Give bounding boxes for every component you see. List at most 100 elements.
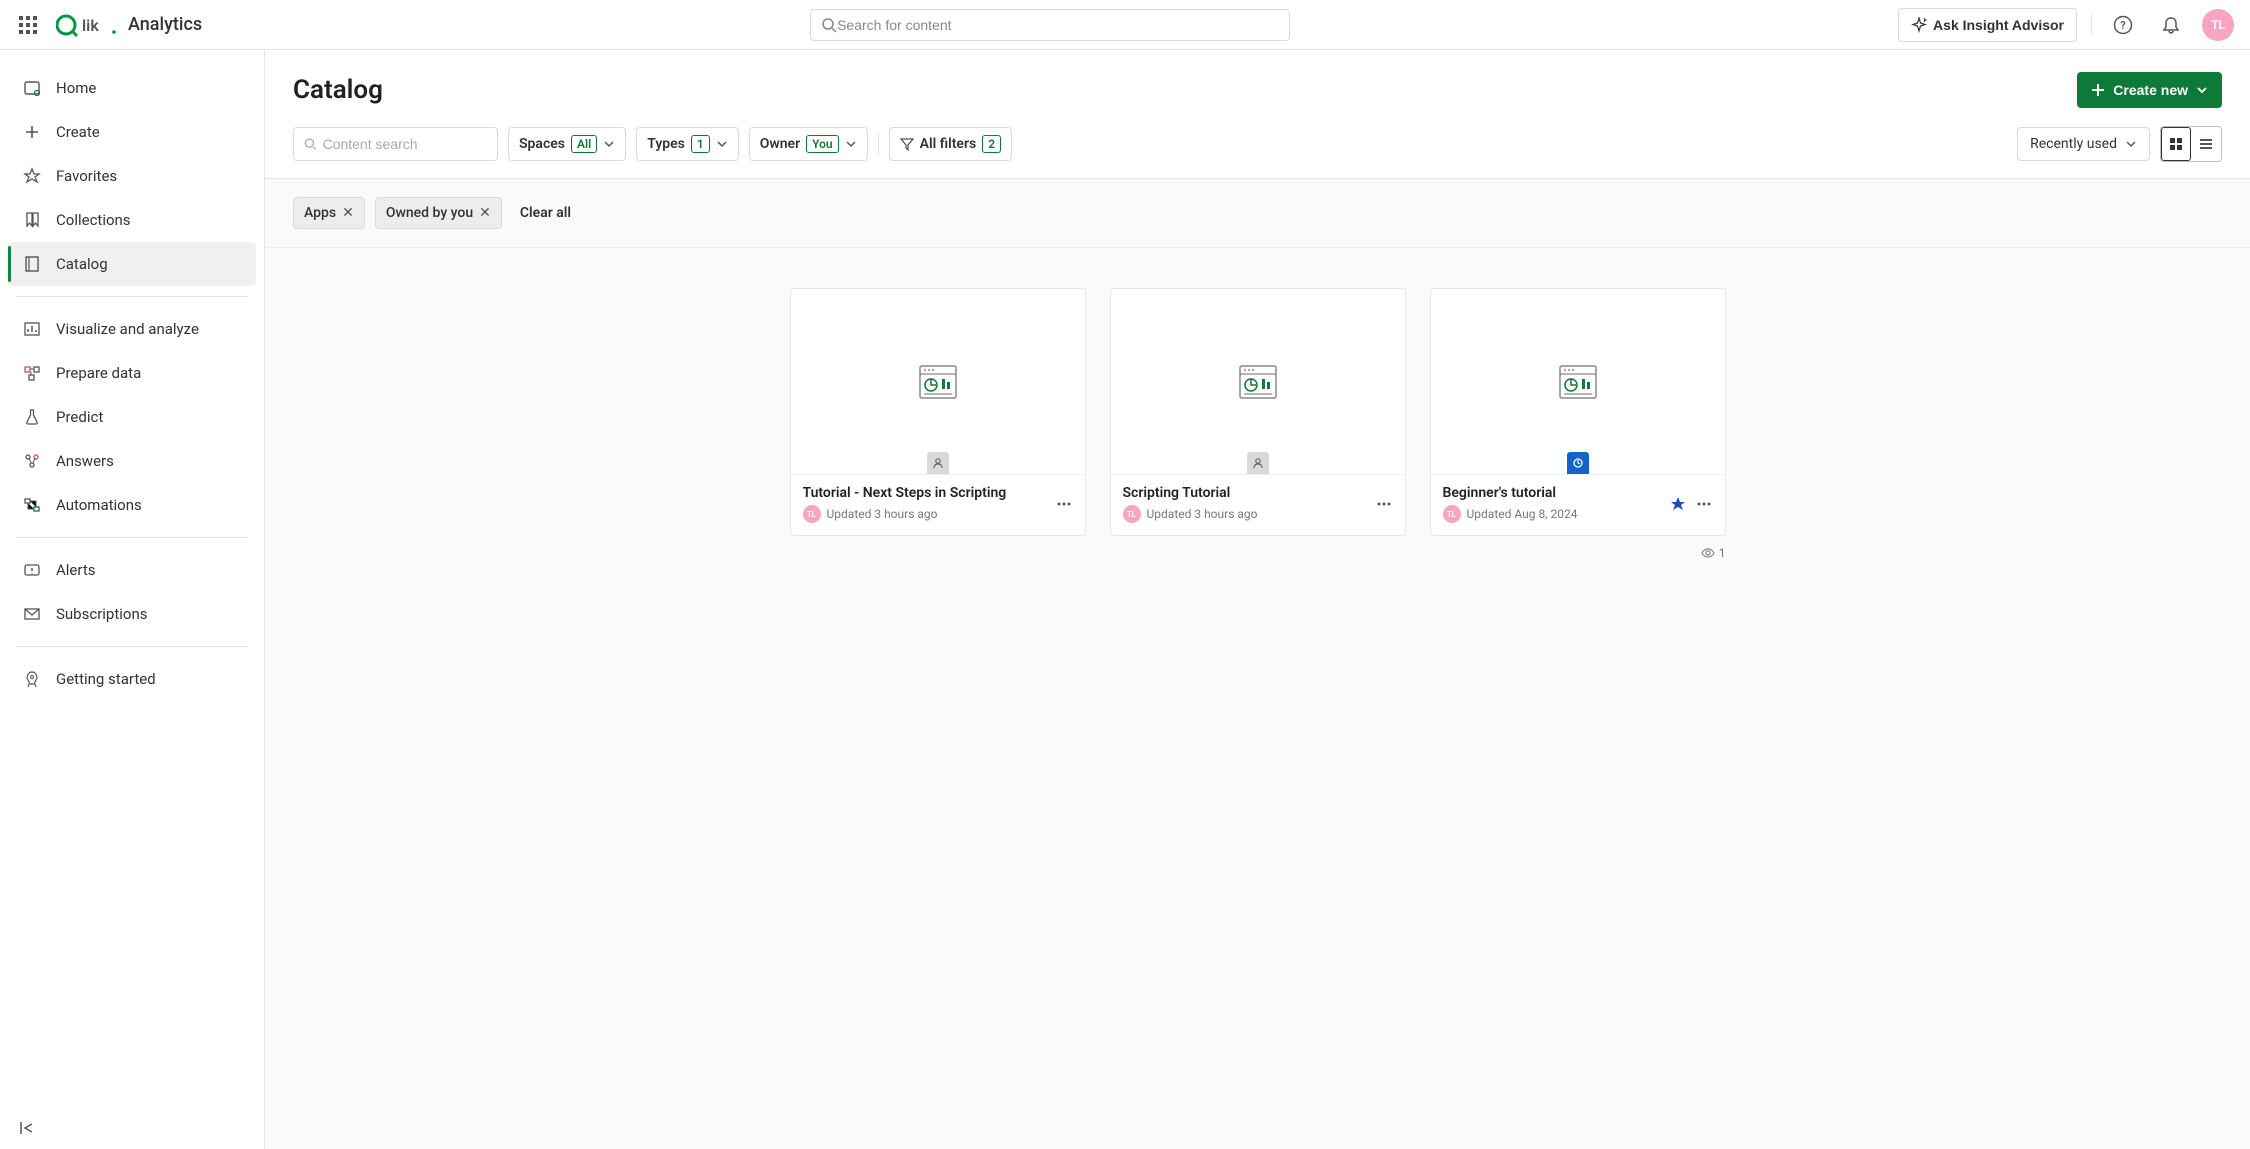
- sidebar-item-visualize[interactable]: Visualize and analyze: [8, 307, 256, 351]
- content-search-input[interactable]: [323, 136, 487, 152]
- sidebar-item-label: Subscriptions: [56, 605, 147, 623]
- global-search-input[interactable]: [837, 17, 1279, 33]
- user-avatar[interactable]: TL: [2202, 9, 2234, 41]
- insight-label: Ask Insight Advisor: [1933, 17, 2064, 33]
- card-thumbnail: [1111, 289, 1405, 474]
- app-icon: [1556, 360, 1600, 404]
- view-count-value: 1: [1719, 546, 1726, 560]
- active-filter-chip[interactable]: Owned by you ✕: [375, 197, 502, 229]
- app-card[interactable]: Tutorial - Next Steps in Scripting TL Up…: [790, 288, 1086, 536]
- help-button[interactable]: ?: [2106, 8, 2140, 42]
- ask-insight-advisor-button[interactable]: Ask Insight Advisor: [1898, 8, 2077, 42]
- mail-icon: [22, 604, 42, 624]
- content-search[interactable]: [293, 127, 498, 161]
- plus-icon: [22, 122, 42, 142]
- sidebar-item-predict[interactable]: Predict: [8, 395, 256, 439]
- divider: [16, 296, 248, 297]
- filter-types[interactable]: Types 1: [636, 127, 739, 161]
- grid-view-button[interactable]: [2161, 127, 2191, 161]
- shared-icon: [1572, 457, 1584, 469]
- remove-chip-icon[interactable]: ✕: [342, 205, 354, 221]
- qlik-logo-icon: lik: [56, 13, 120, 37]
- card-title: Tutorial - Next Steps in Scripting: [803, 485, 1055, 501]
- sidebar-item-favorites[interactable]: Favorites: [8, 154, 256, 198]
- card-meta-text: Updated Aug 8, 2024: [1467, 507, 1578, 521]
- space-badge-shared: [1567, 452, 1589, 474]
- sidebar-item-answers[interactable]: Answers: [8, 439, 256, 483]
- sidebar-item-label: Prepare data: [56, 364, 141, 382]
- flask-icon: [22, 407, 42, 427]
- topbar: lik Analytics Ask Insight Advisor ? TL: [0, 0, 2250, 50]
- more-icon: [1695, 495, 1713, 513]
- sidebar-item-subscriptions[interactable]: Subscriptions: [8, 592, 256, 636]
- sidebar: Home Create Favorites Collections Catalo…: [0, 50, 265, 1149]
- card-title: Scripting Tutorial: [1123, 485, 1375, 501]
- create-label: Create new: [2113, 82, 2188, 98]
- remove-chip-icon[interactable]: ✕: [479, 205, 491, 221]
- sidebar-item-create[interactable]: Create: [8, 110, 256, 154]
- view-toggle: [2160, 126, 2222, 162]
- sidebar-item-label: Getting started: [56, 670, 156, 688]
- owner-avatar: TL: [1123, 505, 1141, 523]
- space-badge-personal: [1247, 452, 1269, 474]
- chevron-down-icon: [2196, 84, 2208, 96]
- card-meta-text: Updated 3 hours ago: [827, 507, 938, 521]
- plus-icon: [2091, 83, 2105, 97]
- sidebar-item-prepare-data[interactable]: Prepare data: [8, 351, 256, 395]
- divider: [2091, 13, 2092, 37]
- list-view-button[interactable]: [2191, 127, 2221, 161]
- filter-owner[interactable]: Owner You: [749, 127, 868, 161]
- card-more-button[interactable]: [1055, 495, 1073, 513]
- sidebar-item-label: Answers: [56, 452, 114, 470]
- app-card[interactable]: Scripting Tutorial TL Updated 3 hours ag…: [1110, 288, 1406, 536]
- card-more-button[interactable]: [1695, 495, 1713, 513]
- create-new-button[interactable]: Create new: [2077, 72, 2222, 108]
- sidebar-item-getting-started[interactable]: Getting started: [8, 657, 256, 701]
- content-grid: Tutorial - Next Steps in Scripting TL Up…: [265, 248, 2250, 1149]
- data-icon: [22, 363, 42, 383]
- sidebar-item-label: Favorites: [56, 167, 117, 185]
- collapse-sidebar-button[interactable]: [18, 1119, 36, 1137]
- card-thumbnail: [1431, 289, 1725, 474]
- alert-icon: [22, 560, 42, 580]
- favorite-star-button[interactable]: [1669, 495, 1687, 513]
- collapse-icon: [18, 1119, 36, 1137]
- sidebar-item-catalog[interactable]: Catalog: [8, 242, 256, 286]
- sidebar-item-home[interactable]: Home: [8, 66, 256, 110]
- chevron-down-icon: [603, 138, 615, 150]
- home-icon: [22, 78, 42, 98]
- app-card[interactable]: Beginner's tutorial TL Updated Aug 8, 20…: [1430, 288, 1726, 536]
- sidebar-item-label: Create: [56, 123, 100, 141]
- card-more-button[interactable]: [1375, 495, 1393, 513]
- sidebar-item-alerts[interactable]: Alerts: [8, 548, 256, 592]
- sidebar-item-automations[interactable]: Automations: [8, 483, 256, 527]
- active-filter-chip[interactable]: Apps ✕: [293, 197, 365, 229]
- divider: [16, 646, 248, 647]
- filter-badge: You: [806, 135, 838, 153]
- filter-badge: All: [571, 135, 597, 153]
- filter-label: Types: [647, 136, 685, 152]
- sort-dropdown[interactable]: Recently used: [2017, 127, 2150, 161]
- app-icon: [916, 360, 960, 404]
- owner-avatar: TL: [803, 505, 821, 523]
- notifications-button[interactable]: [2154, 8, 2188, 42]
- logo[interactable]: lik Analytics: [56, 13, 202, 37]
- filter-spaces[interactable]: Spaces All: [508, 127, 626, 161]
- star-filled-icon: [1669, 495, 1687, 513]
- automation-icon: [22, 495, 42, 515]
- more-icon: [1055, 495, 1073, 513]
- filter-label: Owner: [760, 136, 800, 152]
- chevron-down-icon: [845, 138, 857, 150]
- page-title: Catalog: [293, 75, 383, 105]
- sidebar-item-label: Predict: [56, 408, 103, 426]
- sparkle-icon: [1911, 17, 1927, 33]
- clear-all-button[interactable]: Clear all: [520, 205, 571, 221]
- app-launcher-icon[interactable]: [16, 13, 40, 37]
- sidebar-item-collections[interactable]: Collections: [8, 198, 256, 242]
- filter-all-filters[interactable]: All filters 2: [889, 127, 1012, 161]
- filter-label: All filters: [920, 136, 977, 152]
- chart-icon: [22, 319, 42, 339]
- person-icon: [1252, 457, 1264, 469]
- chevron-down-icon: [716, 138, 728, 150]
- global-search[interactable]: [810, 9, 1290, 41]
